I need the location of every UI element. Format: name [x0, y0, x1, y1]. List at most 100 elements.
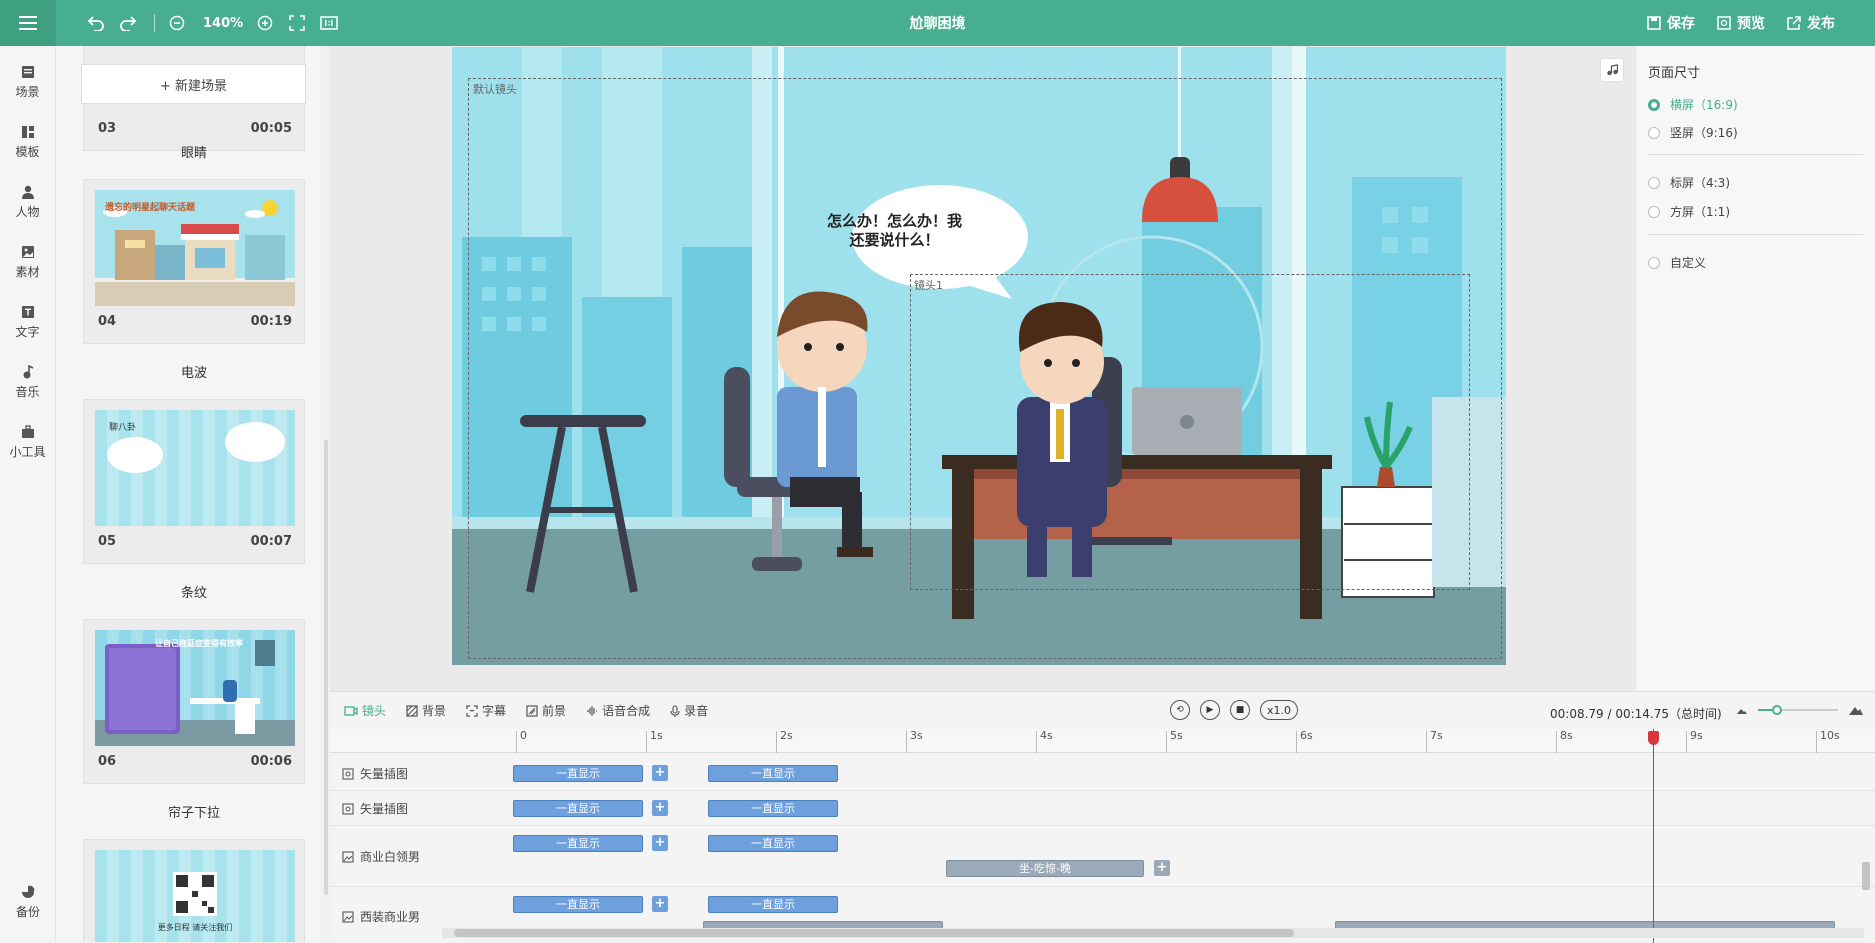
nav-item-scene[interactable]: 场景	[0, 52, 55, 112]
replay-icon[interactable]: ⟲	[1170, 700, 1190, 720]
scene-card[interactable]: 更多日程 请关注我们	[83, 839, 305, 942]
clip-always-show[interactable]: 一直显示	[513, 765, 643, 782]
add-keyframe-button[interactable]: +	[652, 765, 668, 781]
toolbar-divider	[154, 14, 155, 32]
scene-duration: 00:05	[250, 121, 292, 136]
scene-panel: 03 00:05 + 新建场景 眼睛 遗忘的明星起聊天话题 04 00:19 电…	[56, 46, 320, 942]
scene-number: 06	[98, 754, 117, 769]
new-scene-button[interactable]: + 新建场景	[81, 64, 306, 104]
add-action-button[interactable]: +	[1154, 860, 1170, 876]
scene-card[interactable]: 聊八卦 05 00:07	[83, 399, 305, 564]
radio-square[interactable]: 方屏（1:1)	[1648, 203, 1730, 220]
actual-size-icon[interactable]	[315, 9, 343, 37]
nav-item-material[interactable]: 素材	[0, 232, 55, 292]
save-label: 保存	[1667, 16, 1695, 32]
scene-card[interactable]: 遗忘的明星起聊天话题 04 00:19	[83, 179, 305, 344]
zoom-out-mountain-icon[interactable]	[1736, 705, 1748, 715]
add-keyframe-button[interactable]: +	[652, 835, 668, 851]
tab-tts[interactable]: 语音合成	[586, 702, 650, 719]
nav-item-music[interactable]: 音乐	[0, 352, 55, 412]
fullscreen-icon[interactable]	[283, 9, 311, 37]
scene-canvas[interactable]: 怎么办！怎么办！我还要说什么！ 默认镜头 镜头1	[452, 47, 1506, 665]
track-name: 商业白领男	[360, 850, 421, 864]
timeline-panel: 镜头 背景 字幕 前景 语音合成 录音 ⟲ ▶ ■ x1.0 00:08.79 …	[330, 691, 1875, 943]
zoom-in-mountain-icon[interactable]	[1848, 704, 1864, 716]
transition-label[interactable]: 条纹	[83, 582, 305, 601]
tick-label: 6s	[1296, 729, 1313, 753]
clip-always-show[interactable]: 一直显示	[513, 800, 643, 817]
microphone-icon	[670, 704, 680, 717]
time-ruler[interactable]: 0 1s 2s 3s 4s 5s 6s 7s 8s 9s 10s	[330, 729, 1875, 753]
publish-button[interactable]: 发布	[1787, 13, 1835, 33]
clip-always-show[interactable]: 一直显示	[708, 765, 838, 782]
scene-panel-scrollbar[interactable]	[324, 440, 328, 895]
nav-label: 人物	[15, 204, 40, 219]
scene-thumbnail: 遗忘的明星起聊天话题	[95, 190, 295, 306]
publish-label: 发布	[1807, 16, 1835, 32]
nav-item-tools[interactable]: 小工具	[0, 412, 55, 472]
tab-record[interactable]: 录音	[670, 702, 708, 719]
play-icon[interactable]: ▶	[1200, 700, 1220, 720]
timeline-zoom-slider[interactable]	[1758, 705, 1838, 715]
nav-item-text[interactable]: 文字	[0, 292, 55, 352]
playhead-handle[interactable]	[1648, 731, 1659, 745]
nav-label: 音乐	[15, 384, 40, 399]
clip-always-show[interactable]: 一直显示	[513, 835, 643, 852]
stop-icon[interactable]: ■	[1230, 700, 1250, 720]
tab-camera[interactable]: 镜头	[344, 702, 386, 719]
transition-label[interactable]: 眼睛	[83, 142, 305, 161]
scroll-thumb[interactable]	[454, 929, 1294, 937]
save-button[interactable]: 保存	[1647, 13, 1695, 33]
timeline-vertical-scroll-thumb[interactable]	[1862, 862, 1870, 890]
nav-item-backup[interactable]: 备份	[0, 872, 56, 932]
nav-item-character[interactable]: 人物	[0, 172, 55, 232]
menu-icon[interactable]	[0, 0, 56, 46]
timeline-horizontal-scrollbar[interactable]	[442, 928, 1864, 938]
radio-label: 横屏（16:9)	[1670, 98, 1738, 112]
speed-button[interactable]: x1.0	[1260, 700, 1299, 720]
track-label[interactable]: 矢量插图	[342, 765, 408, 782]
publish-icon	[1787, 16, 1801, 30]
zoom-in-icon[interactable]	[251, 9, 279, 37]
clip-always-show[interactable]: 一直显示	[708, 896, 838, 913]
track-name: 西装商业男	[360, 910, 421, 924]
thumbnail-caption: 遗忘的明星起聊天话题	[105, 203, 196, 213]
radio-portrait[interactable]: 竖屏（9:16)	[1648, 124, 1738, 141]
redo-icon[interactable]	[114, 9, 142, 37]
track-name: 矢量插图	[360, 802, 409, 816]
tab-foreground[interactable]: 前景	[526, 702, 566, 719]
radio-standard[interactable]: 标屏（4:3)	[1648, 174, 1730, 191]
transition-label[interactable]: 电波	[83, 362, 305, 381]
nav-item-template[interactable]: 模板	[0, 112, 55, 172]
scene-card[interactable]: 让自己拖延症变得有效率 06 00:06	[83, 619, 305, 784]
zoom-out-icon[interactable]	[163, 9, 191, 37]
track-label[interactable]: 矢量插图	[342, 800, 408, 817]
radio-custom[interactable]: 自定义	[1648, 254, 1706, 271]
track-label[interactable]: 商业白领男	[342, 848, 420, 865]
tab-subtitle[interactable]: 字幕	[466, 702, 506, 719]
props-divider	[1648, 234, 1863, 235]
waveform-icon	[587, 705, 598, 716]
tab-label: 字幕	[482, 704, 507, 718]
playhead[interactable]	[1653, 729, 1654, 943]
nav-label: 文字	[15, 324, 40, 339]
undo-icon[interactable]	[82, 9, 110, 37]
person-icon	[21, 185, 34, 199]
vector-image-icon	[342, 802, 354, 815]
radio-selected-icon	[1648, 98, 1660, 111]
camera1-frame[interactable]	[910, 274, 1470, 590]
tick-label: 10s	[1816, 729, 1840, 753]
preview-button[interactable]: 预览	[1717, 13, 1765, 33]
track-label[interactable]: 西装商业男	[342, 908, 420, 925]
music-note-icon[interactable]	[1600, 58, 1624, 82]
clip-always-show[interactable]: 一直显示	[708, 835, 838, 852]
transition-label[interactable]: 帘子下拉	[83, 802, 305, 821]
add-keyframe-button[interactable]: +	[652, 896, 668, 912]
radio-landscape[interactable]: 横屏（16:9)	[1648, 96, 1738, 113]
clip-always-show[interactable]: 一直显示	[708, 800, 838, 817]
add-keyframe-button[interactable]: +	[652, 800, 668, 816]
radio-icon	[1648, 126, 1660, 139]
clip-always-show[interactable]: 一直显示	[513, 896, 643, 913]
tab-background[interactable]: 背景	[406, 702, 446, 719]
clip-action[interactable]: 坐-吃惊-晚	[946, 860, 1144, 877]
